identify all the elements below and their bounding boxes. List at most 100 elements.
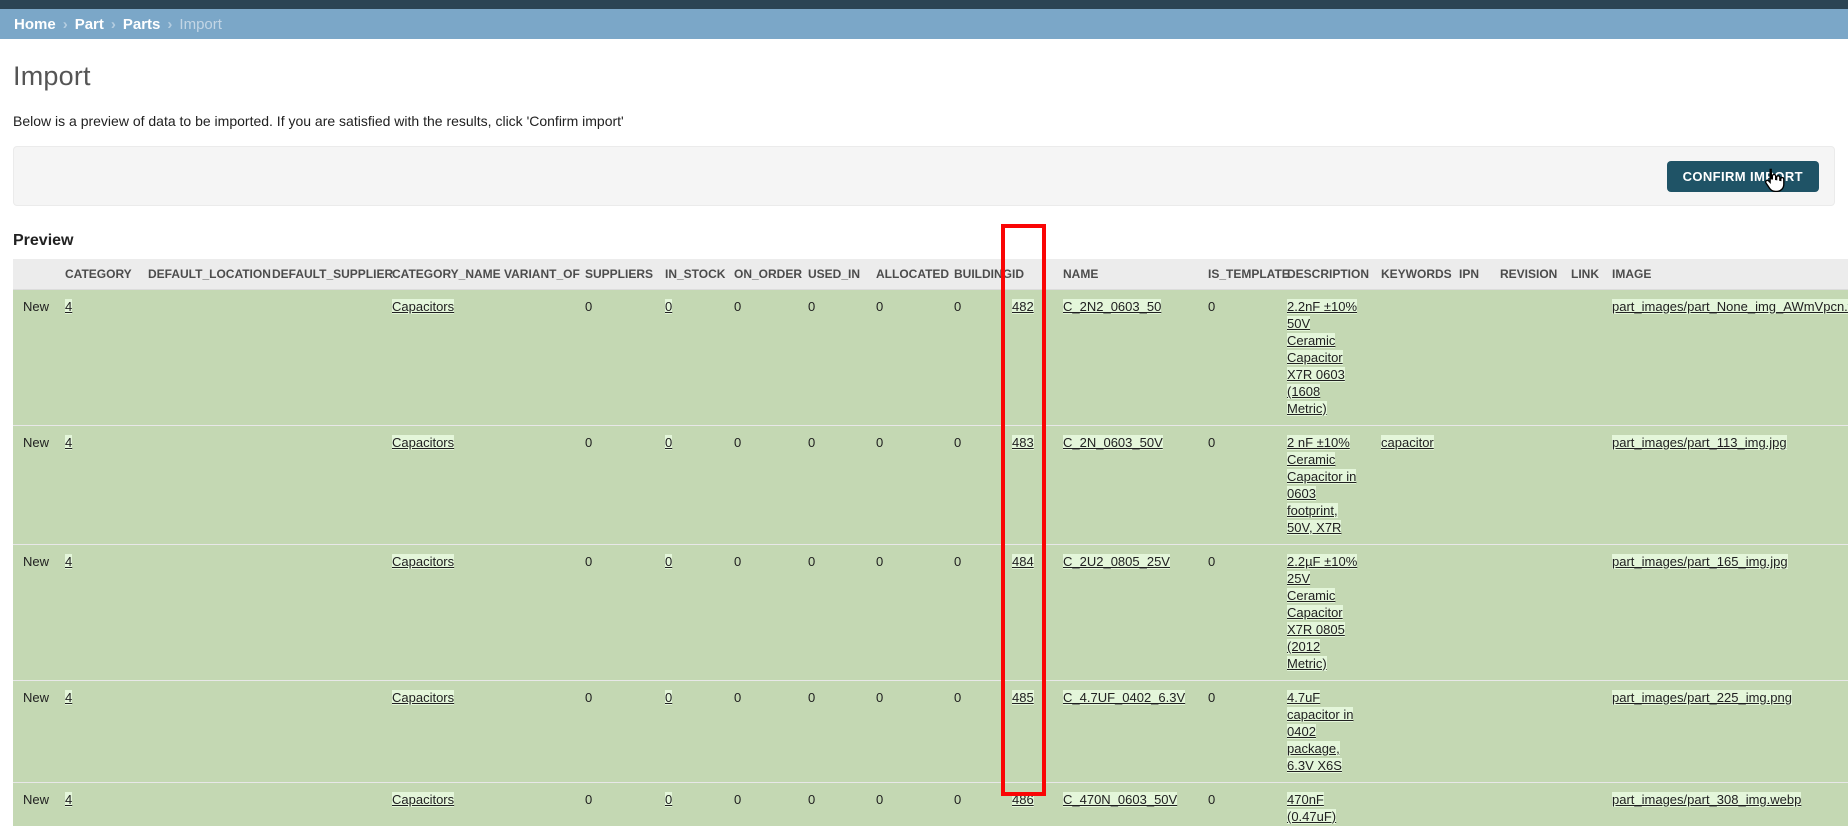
column-header-variant_of: VARIANT_OF [494,259,580,290]
cell-link [1561,426,1602,545]
cell-on_order: 0 [734,690,742,705]
column-header-building: BUILDING [944,259,1012,290]
page-title: Import [13,61,91,91]
cell-description: 470nF (0.47uF) 25V Ceramic Capacitor [1277,783,1371,826]
column-header-ipn: IPN [1449,259,1490,290]
cell-image: part_images/part_308_img.webp [1602,783,1848,826]
diff-new-value: part_images/part_None_img_AWmVpcn.webp [1612,299,1848,314]
diff-new-value: 4 [65,435,73,450]
cell-used_in: 0 [808,435,816,450]
breadcrumb-link-part[interactable]: Part [75,16,104,33]
column-header-on_order: ON_ORDER [724,259,802,290]
column-header-action [13,259,55,290]
cell-suppliers: 0 [585,690,593,705]
cell-default_location [138,426,262,545]
column-header-description: DESCRIPTION [1277,259,1371,290]
cell-on_order: 0 [734,554,742,569]
cell-id: 485 [1002,681,1053,783]
diff-new-value: 483 [1012,435,1034,450]
diff-new-value: 4 [65,554,73,569]
cell-allocated: 0 [876,299,884,314]
cell-keywords [1371,681,1449,783]
preview-table: CATEGORY DEFAULT_LOCATION DEFAULT_SUPPLIER… [13,259,1848,826]
breadcrumb: Home › Part › Parts › Import [0,9,1848,39]
cell-keywords [1371,545,1449,681]
cell-building: 0 [954,554,962,569]
diff-new-value: 4.7uF capacitor in 0402 package, 6.3V X6… [1287,690,1354,773]
cell-image: part_images/part_None_img_AWmVpcn.webp [1602,290,1848,426]
column-header-in_stock: IN_STOCK [655,259,725,290]
diff-new-value: 0 [665,299,673,314]
cell-category: 4 [55,545,138,681]
diff-new-value: C_2N_0603_50V [1063,435,1163,450]
cell-used_in: 0 [808,690,816,705]
preview-heading: Preview [13,232,74,249]
diff-new-value: Capacitors [392,690,455,705]
cell-building: 0 [954,690,962,705]
cell-id: 486 [1002,783,1053,826]
cell-category: 4 [55,290,138,426]
diff-new-value: 2.2µF ±10% 25V Ceramic Capacitor X7R 080… [1287,554,1358,671]
diff-new-value: 0 [665,792,673,807]
cell-on_order: 0 [734,435,742,450]
column-header-suppliers: SUPPLIERS [575,259,655,290]
table-row: New 4 Capacitors 0 0 0 0 0 0 485 C_4.7UF_0402_6.3V… [13,680,1848,783]
cell-building: 0 [954,792,962,807]
table-row: New 4 Capacitors 0 0 0 0 0 0 483 C_2N_0603_50V 0 2 n… [13,425,1848,545]
diff-new-value: 486 [1012,792,1034,807]
cell-keywords [1371,290,1449,426]
cell-used_in: 0 [808,299,816,314]
cell-variant_of [494,545,575,681]
cell-default_supplier [262,681,382,783]
cell-id: 482 [1002,290,1053,426]
cell-in_stock: 0 [655,290,724,426]
diff-new-value: C_2U2_0805_25V [1063,554,1170,569]
cell-action: New [23,435,50,450]
cell-link [1561,545,1602,681]
cell-in_stock: 0 [655,545,724,681]
cell-keywords [1371,783,1449,826]
cell-keywords: capacitor [1371,426,1449,545]
breadcrumb-separator: › [167,15,173,33]
column-header-category_name: CATEGORY_NAME [382,259,501,290]
table-row: New 4 Capacitors 0 0 0 0 0 0 486 C_470N_0603_50V 0 4… [13,782,1848,826]
cell-revision [1490,545,1561,681]
diff-new-value: part_images/part_225_img.png [1612,690,1792,705]
diff-new-value: 2.2nF ±10% 50V Ceramic Capacitor X7R 060… [1287,299,1358,416]
top-strip [0,0,1848,9]
cell-in_stock: 0 [655,426,724,545]
breadcrumb-current: Import [179,15,222,33]
diff-new-value: part_images/part_308_img.webp [1612,792,1802,807]
cell-building: 0 [954,299,962,314]
cell-ipn [1449,545,1490,681]
diff-new-value: C_4.7UF_0402_6.3V [1063,690,1186,705]
cell-revision [1490,681,1561,783]
column-header-link: LINK [1561,259,1602,290]
column-header-default_supplier: DEFAULT_SUPPLIER [262,259,393,290]
cell-in_stock: 0 [655,783,724,826]
cell-ipn [1449,290,1490,426]
cell-allocated: 0 [876,792,884,807]
breadcrumb-separator: › [110,15,116,33]
cell-on_order: 0 [734,792,742,807]
cell-suppliers: 0 [585,554,593,569]
cell-name: C_470N_0603_50V [1053,783,1198,826]
confirm-import-button[interactable]: CONFIRM IMPORT [1666,161,1819,192]
cell-description: 2 nF ±10% Ceramic Capacitor in 0603 foot… [1277,426,1371,545]
cell-is_template: 0 [1208,554,1216,569]
cell-used_in: 0 [808,554,816,569]
cell-variant_of [494,783,575,826]
breadcrumb-link-home[interactable]: Home [14,16,56,33]
cell-action: New [23,554,50,569]
cell-default_supplier [262,290,382,426]
cell-revision [1490,783,1561,826]
cell-is_template: 0 [1208,299,1216,314]
cell-action: New [23,690,50,705]
cell-category_name: Capacitors [382,681,494,783]
breadcrumb-link-parts[interactable]: Parts [123,16,161,33]
cell-in_stock: 0 [655,681,724,783]
cell-action: New [23,792,50,807]
cell-category_name: Capacitors [382,783,494,826]
diff-new-value: part_images/part_165_img.jpg [1612,554,1788,569]
cell-name: C_2N2_0603_50 [1053,290,1198,426]
